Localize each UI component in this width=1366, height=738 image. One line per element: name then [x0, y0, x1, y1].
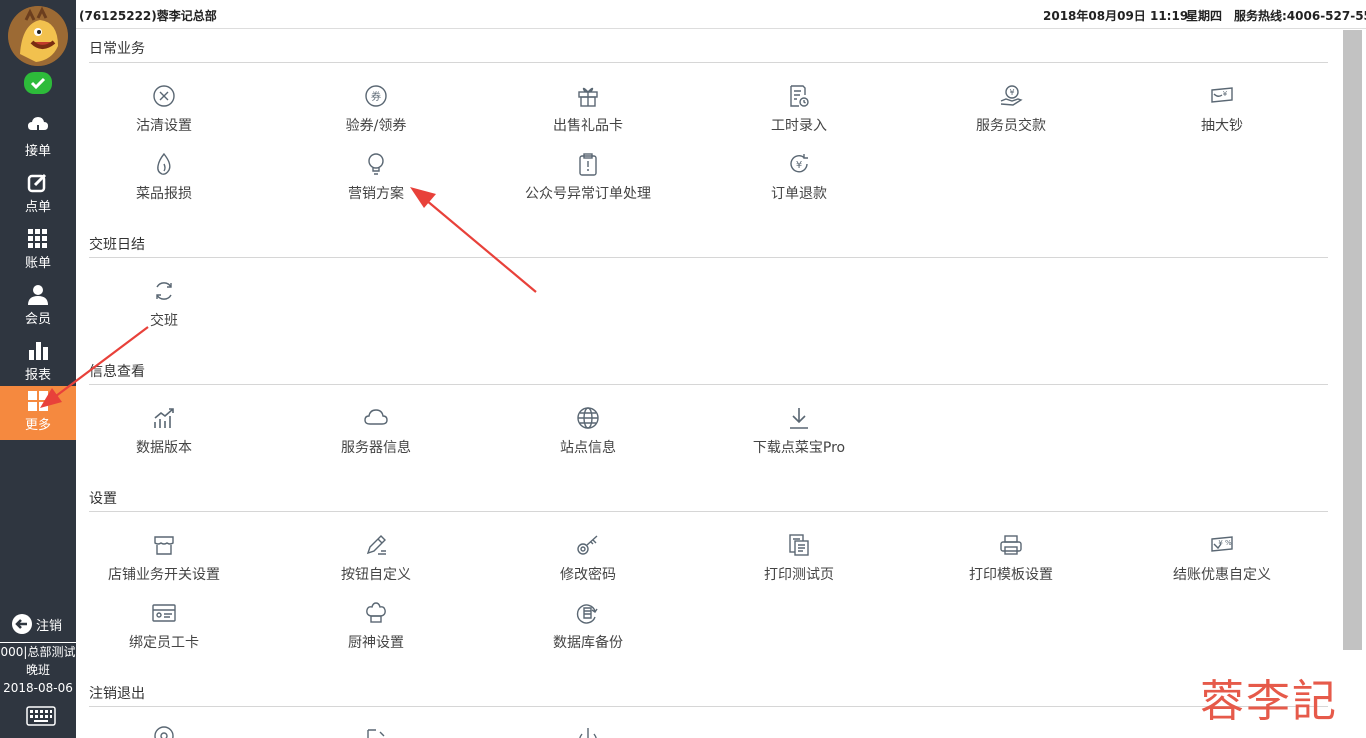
- annotation-arrows: [40, 187, 537, 408]
- brand-watermark: 蓉李記: [1200, 676, 1338, 727]
